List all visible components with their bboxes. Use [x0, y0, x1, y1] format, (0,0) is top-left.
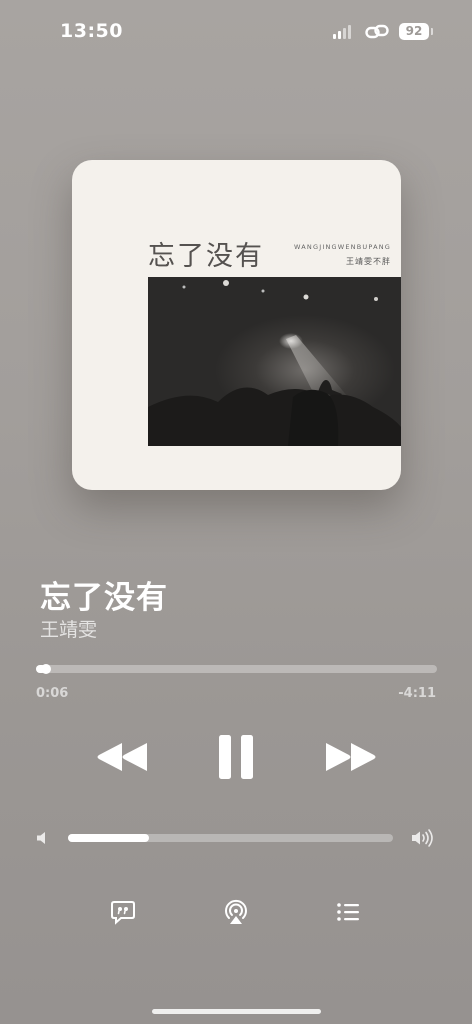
airplay-button[interactable] — [223, 899, 249, 925]
time-remaining: -4:11 — [398, 686, 436, 701]
volume-fill — [68, 834, 150, 842]
pause-button[interactable] — [216, 733, 256, 781]
pause-icon — [219, 735, 253, 779]
artwork-title: 忘了没有 — [148, 241, 264, 272]
signal-icon — [333, 25, 355, 39]
link-icon — [365, 24, 389, 39]
artwork-artist: 王靖雯不胖 — [346, 257, 391, 266]
status-bar: 13:50 92 — [0, 0, 472, 60]
battery-tip — [431, 28, 433, 35]
song-artist[interactable]: 王靖雯 — [40, 615, 97, 642]
album-artwork[interactable]: 忘了没有 WANGJINGWENBUPANG 王靖雯不胖 — [72, 160, 401, 490]
queue-button[interactable] — [335, 899, 361, 925]
volume-min-icon — [37, 832, 45, 844]
lyrics-button[interactable] — [110, 899, 136, 925]
volume-max-icon — [412, 829, 433, 847]
progress-bar[interactable] — [36, 664, 437, 674]
airplay-icon — [225, 899, 247, 924]
rewind-icon — [97, 743, 147, 771]
fast-forward-icon — [326, 743, 376, 771]
queue-list-icon — [337, 903, 359, 921]
fast-forward-button[interactable] — [323, 740, 377, 774]
volume-slider[interactable] — [68, 834, 393, 842]
status-time: 13:50 — [60, 20, 123, 42]
artwork-photo — [148, 277, 401, 446]
song-title[interactable]: 忘了没有 — [40, 572, 168, 617]
progress-knob[interactable] — [40, 664, 51, 674]
concert-photo-image — [148, 280, 401, 446]
rewind-button[interactable] — [96, 740, 150, 774]
artwork-subtitle: WANGJINGWENBUPANG — [294, 243, 392, 251]
battery-icon: 92 — [399, 23, 429, 40]
home-indicator[interactable] — [152, 1009, 321, 1014]
time-elapsed: 0:06 — [36, 686, 69, 701]
lyrics-quote-icon — [111, 901, 135, 925]
